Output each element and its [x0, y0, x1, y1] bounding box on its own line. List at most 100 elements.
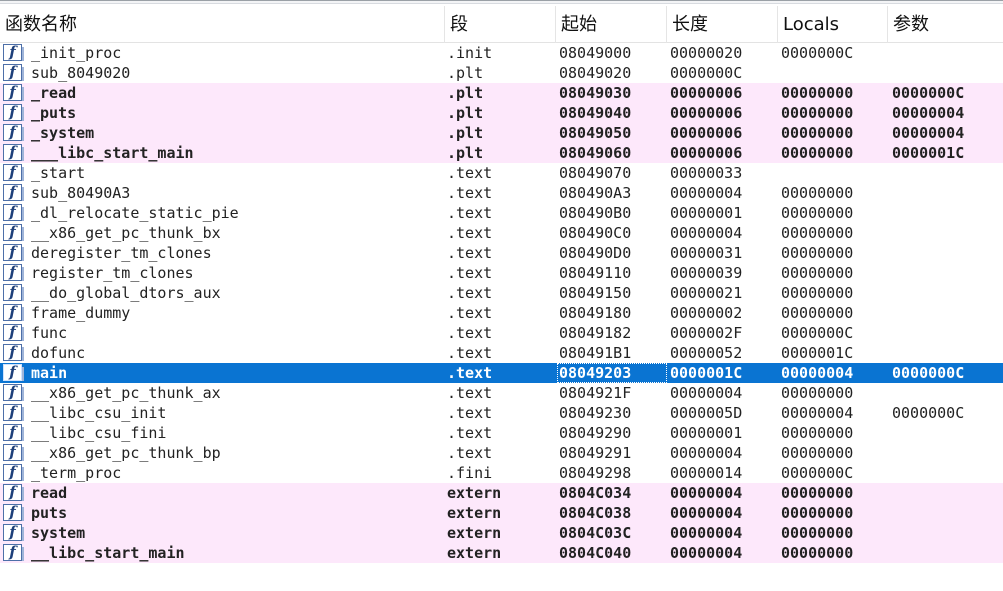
args-cell: 0000000C — [892, 84, 965, 102]
segment-cell: .text — [447, 364, 493, 382]
locals-cell: 00000000 — [781, 484, 854, 502]
function-name-cell: _term_proc — [31, 464, 122, 482]
length-cell: 00000004 — [670, 444, 743, 462]
segment-cell: extern — [447, 524, 502, 542]
function-name-cell: __x86_get_pc_thunk_bx — [31, 224, 221, 242]
locals-cell — [781, 163, 886, 183]
locals-cell: 0000001C — [781, 344, 854, 362]
segment-cell: .plt — [447, 84, 484, 102]
function-icon: f — [3, 204, 24, 221]
length-cell: 00000039 — [670, 264, 743, 282]
table-row[interactable]: f _dl_relocate_static_pie .text 080490B0 000… — [0, 203, 1003, 223]
column-header-function-name[interactable]: 函数名称 — [0, 6, 445, 43]
function-icon: f — [3, 404, 24, 421]
start-address-cell: 08049291 — [559, 444, 632, 462]
start-address-cell: 0804C03C — [559, 524, 632, 542]
function-name-cell: __libc_csu_init — [31, 404, 167, 422]
segment-cell: .text — [447, 304, 493, 322]
table-row[interactable]: f func .text 08049182 0000002F 0000000C — [0, 323, 1003, 343]
table-row[interactable]: f __x86_get_pc_thunk_ax .text 0804921F 00000… — [0, 383, 1003, 403]
segment-cell: .text — [447, 244, 493, 262]
start-address-cell: 08049230 — [559, 404, 632, 422]
table-row[interactable]: f __libc_start_main extern 0804C040 00000004… — [0, 543, 1003, 563]
args-cell — [892, 303, 997, 323]
start-address-cell: 0804C040 — [559, 544, 632, 562]
function-name-cell: _system — [31, 124, 95, 142]
table-row[interactable]: f __x86_get_pc_thunk_bp .text 08049291 00000… — [0, 443, 1003, 463]
segment-cell: .text — [447, 344, 493, 362]
function-name-cell: puts — [31, 504, 68, 522]
table-row[interactable]: f __libc_csu_fini .text 08049290 00000001 000… — [0, 423, 1003, 443]
table-header: 函数名称 段 起始 长度 Locals 参数 — [0, 6, 1003, 43]
locals-cell — [781, 63, 886, 83]
table-row[interactable]: f ___libc_start_main .plt 08049060 00000006 0… — [0, 143, 1003, 163]
start-address-cell: 08049050 — [559, 124, 632, 142]
function-name-cell: func — [31, 324, 68, 342]
segment-cell: extern — [447, 484, 502, 502]
function-name-cell: _init_proc — [31, 44, 122, 62]
table-row[interactable]: f dofunc .text 080491B1 00000052 0000001C — [0, 343, 1003, 363]
table-row[interactable]: f _start .text 08049070 00000033 — [0, 163, 1003, 183]
table-row[interactable]: f read extern 0804C034 00000004 00000000 — [0, 483, 1003, 503]
table-row[interactable]: f system extern 0804C03C 00000004 00000000 — [0, 523, 1003, 543]
table-row-selected[interactable]: f main .text 08049203 0000001C 00000004 000000… — [0, 363, 1003, 383]
length-cell: 00000006 — [670, 124, 743, 142]
locals-cell: 00000000 — [781, 104, 854, 122]
table-row[interactable]: f _system .plt 08049050 00000006 00000000 0000… — [0, 123, 1003, 143]
column-header-length[interactable]: 长度 — [667, 6, 778, 43]
segment-cell: .plt — [447, 104, 484, 122]
function-icon: f — [3, 324, 24, 341]
table-row[interactable]: f __do_global_dtors_aux .text 08049150 00000… — [0, 283, 1003, 303]
function-name-cell: sub_8049020 — [31, 64, 131, 82]
args-cell — [892, 503, 997, 523]
column-header-args[interactable]: 参数 — [888, 6, 1003, 43]
column-header-segment[interactable]: 段 — [445, 6, 556, 43]
table-row[interactable]: f sub_8049020 .plt 08049020 0000000C — [0, 63, 1003, 83]
length-cell: 0000002F — [670, 324, 743, 342]
function-icon: f — [3, 484, 24, 501]
length-cell: 00000006 — [670, 144, 743, 162]
table-row[interactable]: f _term_proc .fini 08049298 00000014 0000000C — [0, 463, 1003, 483]
segment-cell: .text — [447, 264, 493, 282]
function-name-cell: register_tm_clones — [31, 264, 194, 282]
table-row[interactable]: f _read .plt 08049030 00000006 00000000 000000… — [0, 83, 1003, 103]
table-row[interactable]: f __x86_get_pc_thunk_bx .text 080490C0 00000… — [0, 223, 1003, 243]
args-cell: 00000004 — [892, 124, 965, 142]
segment-cell: .plt — [447, 144, 484, 162]
table-row[interactable]: f frame_dummy .text 08049180 00000002 0000000… — [0, 303, 1003, 323]
length-cell: 00000033 — [670, 164, 743, 182]
start-address-cell: 080490C0 — [559, 224, 632, 242]
segment-cell: .text — [447, 404, 493, 422]
segment-cell: .fini — [447, 464, 493, 482]
args-cell — [892, 543, 997, 563]
function-icon: f — [3, 124, 24, 141]
length-cell: 00000021 — [670, 284, 743, 302]
function-name-cell: deregister_tm_clones — [31, 244, 212, 262]
args-cell — [892, 423, 997, 443]
length-cell: 00000004 — [670, 484, 743, 502]
table-row[interactable]: f __libc_csu_init .text 08049230 0000005D 000… — [0, 403, 1003, 423]
table-row[interactable]: f register_tm_clones .text 08049110 00000039… — [0, 263, 1003, 283]
args-cell — [892, 343, 997, 363]
args-cell — [892, 383, 997, 403]
table-row[interactable]: f _init_proc .init 08049000 00000020 0000000C — [0, 43, 1003, 63]
table-row[interactable]: f _puts .plt 08049040 00000006 00000000 000000… — [0, 103, 1003, 123]
args-cell — [892, 523, 997, 543]
args-cell — [892, 283, 997, 303]
table-row[interactable]: f puts extern 0804C038 00000004 00000000 — [0, 503, 1003, 523]
args-cell: 0000000C — [892, 364, 965, 382]
start-address-cell: 08049040 — [559, 104, 632, 122]
length-cell: 00000001 — [670, 424, 743, 442]
function-icon: f — [3, 504, 24, 521]
length-cell: 00000004 — [670, 224, 743, 242]
length-cell: 00000052 — [670, 344, 743, 362]
column-header-start[interactable]: 起始 — [556, 6, 667, 43]
function-name-cell: sub_80490A3 — [31, 184, 131, 202]
function-icon: f — [3, 164, 24, 181]
segment-cell: .init — [447, 44, 493, 62]
table-row[interactable]: f deregister_tm_clones .text 080490D0 000000… — [0, 243, 1003, 263]
column-header-locals[interactable]: Locals — [778, 6, 888, 43]
table-row[interactable]: f sub_80490A3 .text 080490A3 00000004 0000000… — [0, 183, 1003, 203]
locals-cell: 00000000 — [781, 144, 854, 162]
length-cell: 00000004 — [670, 384, 743, 402]
